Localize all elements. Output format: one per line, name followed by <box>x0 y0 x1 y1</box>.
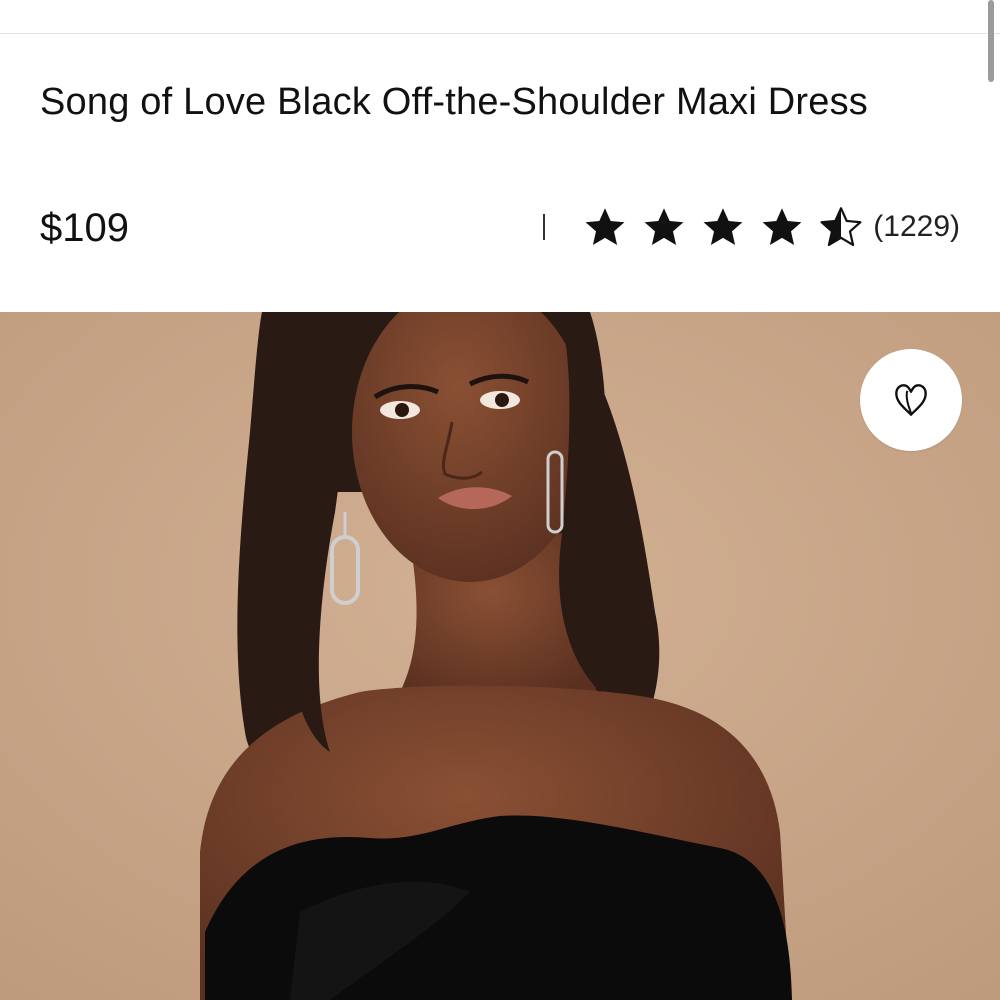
favorite-button[interactable] <box>860 349 962 451</box>
product-photo <box>0 312 1000 1000</box>
rating-divider <box>543 214 546 240</box>
rating-stars <box>583 205 873 249</box>
product-rating[interactable]: (1229) <box>543 202 960 252</box>
star-icon <box>762 208 802 245</box>
scrollbar[interactable] <box>988 0 994 82</box>
model-illustration <box>0 312 1000 1000</box>
review-count[interactable]: (1229) <box>873 202 960 252</box>
star-icon <box>703 208 743 245</box>
header-divider <box>0 33 1000 34</box>
heart-icon <box>895 384 927 416</box>
star-half-icon <box>820 207 862 247</box>
star-icon <box>644 208 684 245</box>
product-price: $109 <box>40 206 129 250</box>
product-title: Song of Love Black Off-the-Shoulder Maxi… <box>40 81 868 123</box>
star-icon <box>585 208 625 245</box>
product-page: Song of Love Black Off-the-Shoulder Maxi… <box>0 0 1000 1000</box>
